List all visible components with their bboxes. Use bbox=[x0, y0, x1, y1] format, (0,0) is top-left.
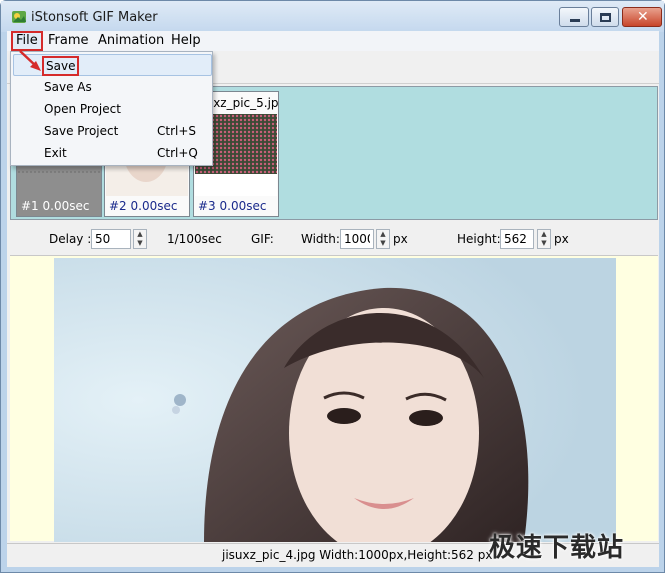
spin-down-icon[interactable]: ▼ bbox=[134, 239, 146, 248]
frame-caption: #3 0.00sec bbox=[198, 199, 267, 213]
file-menu-dropdown: Save Save As Open Project Save Project C… bbox=[10, 51, 213, 166]
spin-down-icon[interactable]: ▼ bbox=[377, 239, 389, 248]
menu-item-save-project[interactable]: Save Project Ctrl+S bbox=[13, 120, 212, 142]
minimize-icon bbox=[570, 19, 580, 22]
menu-item-save-as[interactable]: Save As bbox=[13, 76, 212, 98]
frame-properties-bar: Delay : ▲▼ 1/100sec GIF: Width: ▲▼ px He… bbox=[7, 224, 659, 254]
menu-bar: File Frame Animation Help bbox=[7, 31, 659, 51]
menu-item-open-project[interactable]: Open Project bbox=[13, 98, 212, 120]
maximize-button[interactable] bbox=[591, 7, 619, 27]
preview-image bbox=[54, 258, 616, 542]
frame-caption: #1 0.00sec bbox=[21, 199, 90, 213]
title-bar[interactable]: iStonsoft GIF Maker ✕ bbox=[1, 1, 664, 32]
spin-down-icon[interactable]: ▼ bbox=[538, 239, 550, 248]
menu-item-shortcut: Ctrl+S bbox=[157, 124, 197, 138]
delay-label: Delay : bbox=[49, 232, 92, 246]
menu-item-exit[interactable]: Exit Ctrl+Q bbox=[13, 142, 212, 164]
height-label: Height: bbox=[457, 232, 501, 246]
height-input[interactable] bbox=[500, 229, 534, 249]
menu-item-label: Save bbox=[42, 56, 80, 76]
menu-item-label: Open Project bbox=[44, 102, 121, 116]
spin-up-icon[interactable]: ▲ bbox=[134, 230, 146, 239]
app-window: iStonsoft GIF Maker ✕ File Frame Animati… bbox=[0, 0, 665, 573]
status-text: jisuxz_pic_4.jpg Width:1000px,Height:562… bbox=[222, 548, 493, 562]
delay-unit: 1/100sec bbox=[167, 232, 222, 246]
width-unit: px bbox=[393, 232, 408, 246]
menu-item-shortcut: Ctrl+Q bbox=[157, 146, 198, 160]
menu-animation[interactable]: Animation bbox=[98, 33, 164, 49]
menu-frame[interactable]: Frame bbox=[48, 33, 89, 49]
close-icon: ✕ bbox=[637, 9, 649, 25]
width-input[interactable] bbox=[340, 229, 374, 249]
menu-item-label: Save Project bbox=[44, 124, 119, 138]
menu-item-label: Exit bbox=[44, 146, 67, 160]
height-spinner[interactable]: ▲ ▼ bbox=[537, 229, 551, 249]
menu-item-save[interactable]: Save bbox=[13, 54, 212, 76]
spin-up-icon[interactable]: ▲ bbox=[377, 230, 389, 239]
preview-canvas bbox=[10, 255, 658, 542]
delay-input[interactable] bbox=[91, 229, 131, 249]
height-unit: px bbox=[554, 232, 569, 246]
spin-up-icon[interactable]: ▲ bbox=[538, 230, 550, 239]
frame-caption: #2 0.00sec bbox=[109, 199, 178, 213]
minimize-button[interactable] bbox=[559, 7, 589, 27]
app-icon bbox=[12, 11, 26, 23]
gif-label: GIF: bbox=[251, 232, 274, 246]
close-button[interactable]: ✕ bbox=[622, 7, 662, 27]
watermark-text: 极速下载站 bbox=[489, 533, 625, 563]
delay-spinner[interactable]: ▲ ▼ bbox=[133, 229, 147, 249]
width-label: Width: bbox=[301, 232, 340, 246]
menu-help[interactable]: Help bbox=[171, 33, 201, 49]
menu-item-label: Save As bbox=[44, 80, 92, 94]
maximize-icon bbox=[600, 13, 611, 22]
window-title: iStonsoft GIF Maker bbox=[31, 10, 158, 25]
width-spinner[interactable]: ▲ ▼ bbox=[376, 229, 390, 249]
menu-file[interactable]: File bbox=[11, 31, 43, 51]
